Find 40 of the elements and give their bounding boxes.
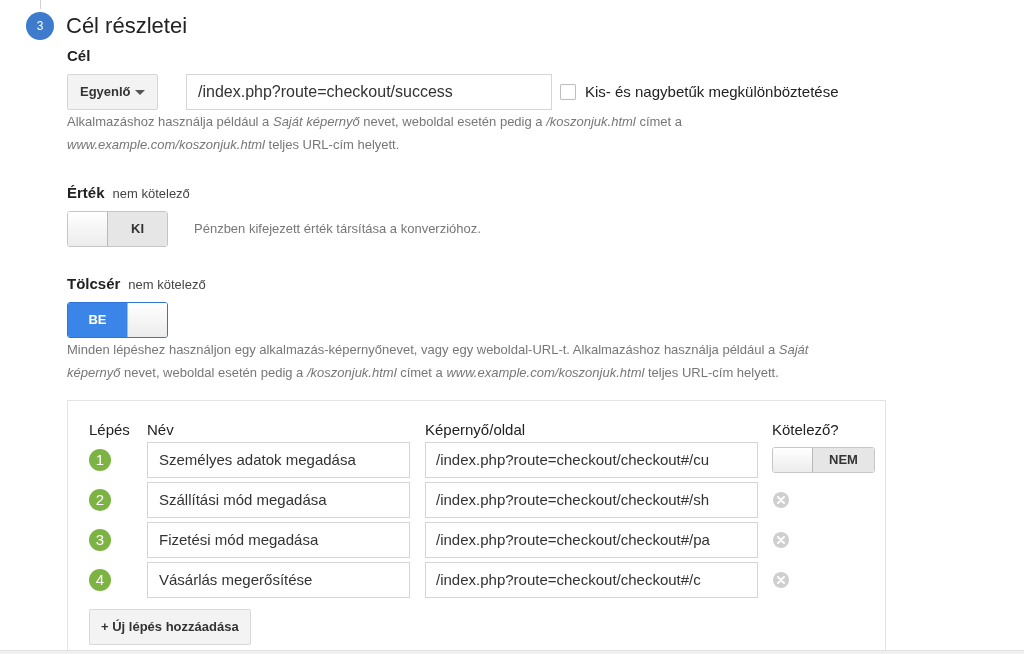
url-field[interactable]: /index.php?route=checkout/success bbox=[186, 74, 552, 110]
name-field[interactable]: Fizetési mód megadása bbox=[147, 522, 410, 558]
page-field[interactable]: /index.php?route=checkout/checkout#/sh bbox=[425, 482, 758, 518]
toggle-switch[interactable]: KI bbox=[67, 211, 168, 247]
toggle-knob[interactable] bbox=[127, 303, 167, 337]
column-header: Lépés bbox=[89, 421, 130, 438]
page-field[interactable]: /index.php?route=checkout/checkout#/c bbox=[425, 562, 758, 598]
name-field[interactable]: Vásárlás megerősítése bbox=[147, 562, 410, 598]
toggle-knob[interactable] bbox=[68, 212, 108, 246]
toggle-switch[interactable]: BE bbox=[67, 302, 168, 338]
name-field[interactable]: Szállítási mód megadása bbox=[147, 482, 410, 518]
field-label: Cél bbox=[67, 46, 91, 66]
column-header: Név bbox=[147, 421, 174, 438]
optional-note: nem kötelező bbox=[128, 276, 206, 294]
step-number: 1 bbox=[89, 449, 111, 471]
name-field[interactable]: Személyes adatok megadása bbox=[147, 442, 410, 478]
close-icon[interactable] bbox=[773, 532, 789, 548]
step-number: 4 bbox=[89, 569, 111, 591]
toggle-knob[interactable] bbox=[773, 448, 813, 472]
dropdown-button[interactable]: Egyenlő bbox=[67, 74, 158, 110]
add-step-button[interactable]: + Új lépés hozzáadása bbox=[89, 609, 251, 645]
step-number: 3 bbox=[26, 12, 54, 40]
toggle-switch[interactable]: NEM bbox=[772, 447, 875, 473]
close-icon[interactable] bbox=[773, 572, 789, 588]
page-field[interactable]: /index.php?route=checkout/checkout#/cu bbox=[425, 442, 758, 478]
step-number: 3 bbox=[89, 529, 111, 551]
page-field[interactable]: /index.php?route=checkout/checkout#/pa bbox=[425, 522, 758, 558]
section-title: Cél részletei bbox=[66, 12, 188, 40]
caret-icon bbox=[135, 89, 145, 95]
field-label: Tölcsér bbox=[67, 274, 121, 294]
column-header: Kötelező? bbox=[772, 421, 839, 438]
close-icon[interactable] bbox=[773, 492, 789, 508]
toggle-description: Pénzben kifejezett érték társítása a konverzióhoz. bbox=[194, 220, 481, 239]
help-text: Alkalmazáshoz használja például a Saját képernyő nevet, weboldal esetén pedig a /koszonjuk.html címet a www.example.com/koszonjuk.html teljes URL-cím helyett. bbox=[67, 113, 683, 154]
optional-note: nem kötelező bbox=[112, 185, 190, 203]
step-number: 2 bbox=[89, 489, 111, 511]
checkbox-label: Kis- és nagybetűk megkülönböztetése bbox=[585, 81, 839, 102]
column-header: Képernyő/oldal bbox=[425, 421, 526, 438]
checkbox[interactable] bbox=[560, 84, 576, 100]
field-label: Érték bbox=[67, 183, 105, 203]
